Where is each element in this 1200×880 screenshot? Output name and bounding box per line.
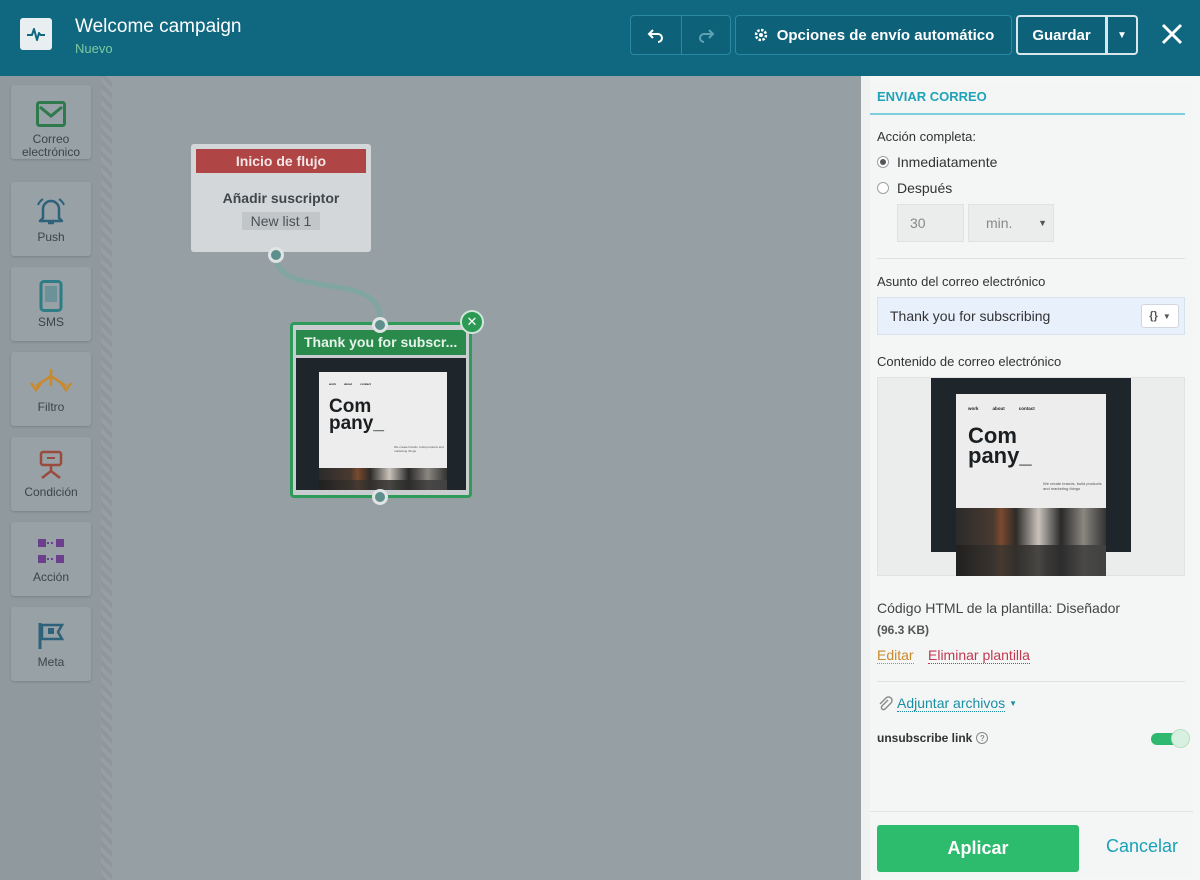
subject-input[interactable]: Thank you for subscribing [877,297,1185,335]
template-size: (96.3 KB) [877,623,930,637]
preview-photo [956,508,1106,576]
unsubscribe-toggle[interactable] [1151,729,1190,748]
start-node-list-tag: New list 1 [242,212,320,230]
cancel-button[interactable]: Cancelar [1106,836,1178,857]
email-node-output-port[interactable] [372,489,388,505]
save-dropdown-button[interactable]: ▼ [1106,15,1138,55]
close-icon [1161,23,1183,45]
caret-down-icon: ▼ [1117,29,1127,41]
preview-nav-about: about [992,406,1005,411]
save-button[interactable]: Guardar [1016,15,1107,55]
email-node[interactable]: Thank you for subscr... work about conta… [290,322,472,498]
thumb-brand-line2: pany_ [329,413,384,435]
email-node-thumbnail: work about contact Com pany_ We create b… [296,358,466,490]
thumb-nav-contact: contact [360,382,371,386]
radio-immediately-label[interactable]: Inmediatamente [897,154,997,170]
panel-footer-divider [870,811,1193,812]
help-icon[interactable]: ? [976,732,989,744]
braces-icon: {} [1149,310,1158,322]
unsubscribe-link-setting: unsubscribe link ? [877,731,989,745]
email-node-input-port[interactable] [372,317,388,333]
start-node-title: Añadir suscriptor [222,190,340,206]
caret-down-icon: ▼ [1162,311,1171,321]
delay-amount-input[interactable]: 30 [897,204,964,242]
preview-tagline: We create brands, build products and mar… [1043,481,1102,492]
panel-section-title: ENVIAR CORREO [877,89,987,104]
delay-unit-select[interactable]: min. ▼ [968,204,1054,242]
section-underline [870,113,1185,115]
close-icon: ✕ [466,314,478,329]
flow-start-node[interactable]: Inicio de flujo Añadir suscriptor New li… [191,144,371,252]
divider [877,681,1185,682]
caret-down-icon: ▼ [1009,699,1018,708]
radio-after-label[interactable]: Después [897,180,952,196]
apply-button[interactable]: Aplicar [877,825,1079,872]
start-node-header: Inicio de flujo [196,149,366,173]
attach-files-label: Adjuntar archivos [897,695,1006,712]
delay-unit-value: min. [986,215,1013,231]
thumb-photo [319,468,447,490]
action-complete-label: Acción completa: [877,129,976,144]
close-button[interactable] [1158,20,1186,48]
preview-template-page: work about contact Com pany_ We create b… [956,394,1106,576]
thumb-tagline: We create brands, build products and mar… [394,445,444,453]
edit-template-link[interactable]: Editar [877,647,914,664]
preview-brand-line2: pany_ [968,442,1032,468]
divider [877,258,1185,259]
subject-label: Asunto del correo electrónico [877,274,1046,289]
insert-variable-button[interactable]: {} ▼ [1141,304,1179,328]
unsubscribe-label: unsubscribe link [877,731,973,745]
caret-down-icon: ▼ [1038,218,1047,228]
start-node-output-port[interactable] [268,247,284,263]
preview-nav-work: work [968,406,979,411]
delete-template-link[interactable]: Eliminar plantilla [928,647,1030,664]
preview-nav-contact: contact [1018,406,1035,411]
remove-node-button[interactable]: ✕ [460,310,484,334]
content-label: Contenido de correo electrónico [877,354,1062,369]
attach-files-button[interactable]: Adjuntar archivos ▼ [877,695,1017,712]
email-node-header: Thank you for subscr... [296,330,466,355]
thumb-nav-about: about [344,382,353,386]
template-code-info: Código HTML de la plantilla: Diseñador [877,600,1121,616]
radio-after[interactable] [877,182,889,194]
toggle-knob [1171,729,1190,748]
paperclip-icon [879,695,893,710]
thumb-nav-work: work [329,382,337,386]
radio-immediately[interactable] [877,156,889,168]
